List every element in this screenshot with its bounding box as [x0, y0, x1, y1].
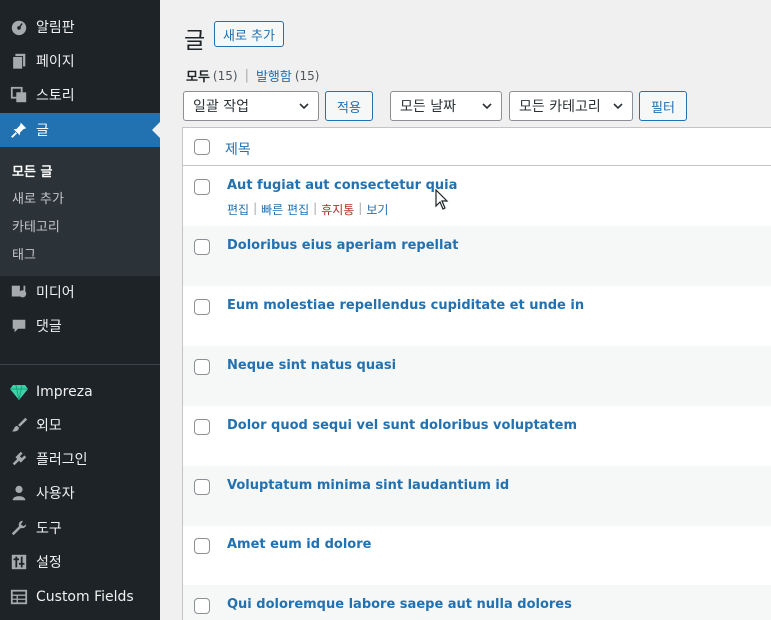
sidebar-item-users[interactable]: 사용자: [0, 476, 160, 510]
sidebar-item-label: 미디어: [36, 285, 75, 301]
sidebar-item-label: 플러그인: [36, 452, 88, 468]
chevron-down-icon: [299, 103, 309, 110]
row-actions: 편집 | 빠른 편집 | 휴지통 | 보기: [227, 201, 389, 218]
row-checkbox[interactable]: [194, 538, 210, 554]
sidebar-item-label: 스토리: [36, 88, 75, 104]
sidebar-item-label: 설정: [36, 555, 62, 571]
posts-submenu: 모든 글 새로 추가 카테고리 태그: [0, 147, 160, 276]
sidebar-item-comments[interactable]: 댓글: [0, 309, 160, 343]
post-title-link[interactable]: Doloribus eius aperiam repellat: [227, 238, 458, 253]
row-checkbox[interactable]: [194, 179, 210, 195]
chevron-down-icon: [613, 103, 623, 110]
apply-button[interactable]: 적용: [325, 91, 373, 121]
post-title-link[interactable]: Dolor quod sequi vel sunt doloribus volu…: [227, 418, 577, 433]
wrench-icon: [9, 518, 29, 538]
edit-link[interactable]: 편집: [227, 201, 249, 218]
sidebar-item-posts[interactable]: 글: [0, 113, 160, 147]
table-row: Qui doloremque labore saepe aut nulla do…: [183, 585, 771, 620]
brush-icon: [9, 415, 29, 435]
sidebar-item-label: 페이지: [36, 54, 75, 70]
sidebar-item-media[interactable]: 미디어: [0, 275, 160, 309]
post-title-link[interactable]: Qui doloremque labore saepe aut nulla do…: [227, 597, 572, 612]
sidebar-item-impreza[interactable]: Impreza: [0, 375, 160, 409]
quick-edit-link[interactable]: 빠른 편집: [261, 201, 309, 218]
sidebar-item-stories[interactable]: 스토리: [0, 78, 160, 112]
row-checkbox[interactable]: [194, 239, 210, 255]
submenu-add-new[interactable]: 새로 추가: [12, 188, 64, 207]
status-filter-links: 모두 (15) | 발행함 (15): [186, 66, 320, 85]
sidebar-item-tools[interactable]: 도구: [0, 511, 160, 545]
dashboard-icon: [9, 17, 29, 37]
admin-sidebar: 알림판 페이지 스토리 글 모든 글 새로 추가 카테고리 태그 미디어 댓글: [0, 0, 160, 620]
view-link[interactable]: 보기: [366, 201, 388, 218]
filter-button[interactable]: 필터: [639, 91, 687, 121]
filter-published-link[interactable]: 발행함: [256, 66, 292, 85]
row-checkbox[interactable]: [194, 479, 210, 495]
sidebar-item-label: 외모: [36, 418, 62, 434]
post-title-link[interactable]: Eum molestiae repellendus cupiditate et …: [227, 298, 584, 313]
filter-published-count: (15): [294, 68, 320, 83]
sidebar-item-pages[interactable]: 페이지: [0, 44, 160, 78]
mouse-cursor-icon: [435, 189, 449, 210]
posts-table: 제목 Aut fugiat aut consectetur quia 편집 | …: [182, 127, 771, 620]
row-checkbox[interactable]: [194, 299, 210, 315]
diamond-icon: [9, 382, 29, 402]
submenu-tags[interactable]: 태그: [12, 244, 36, 263]
pin-icon: [9, 120, 29, 140]
table-row: Aut fugiat aut consectetur quia 편집 | 빠른 …: [183, 166, 771, 226]
table-row: Amet eum id dolore: [183, 525, 771, 585]
sidebar-item-settings[interactable]: 설정: [0, 545, 160, 579]
post-title-link[interactable]: Aut fugiat aut consectetur quia: [227, 178, 457, 193]
user-icon: [9, 483, 29, 503]
sidebar-item-custom-fields[interactable]: Custom Fields: [0, 580, 160, 614]
stories-icon: [9, 85, 29, 105]
sidebar-item-label: 알림판: [36, 20, 75, 36]
media-icon: [9, 282, 29, 302]
category-filter-select[interactable]: 모든 카테고리: [509, 91, 633, 121]
post-title-link[interactable]: Amet eum id dolore: [227, 537, 371, 552]
table-row: Dolor quod sequi vel sunt doloribus volu…: [183, 406, 771, 466]
sidebar-item-label: 사용자: [36, 486, 75, 502]
sidebar-separator: [0, 364, 160, 365]
row-checkbox[interactable]: [194, 419, 210, 435]
post-title-link[interactable]: Voluptatum minima sint laudantium id: [227, 478, 509, 493]
sidebar-item-label: 도구: [36, 521, 62, 537]
sidebar-item-appearance[interactable]: 외모: [0, 408, 160, 442]
column-header-title[interactable]: 제목: [225, 139, 251, 159]
pages-icon: [9, 51, 29, 71]
page-title: 글: [184, 28, 206, 54]
table-row: Eum molestiae repellendus cupiditate et …: [183, 286, 771, 346]
table-row: Neque sint natus quasi: [183, 346, 771, 406]
submenu-categories[interactable]: 카테고리: [12, 216, 60, 235]
submenu-all-posts[interactable]: 모든 글: [12, 161, 52, 180]
settings-icon: [9, 552, 29, 572]
table-row: Voluptatum minima sint laudantium id: [183, 466, 771, 526]
trash-link[interactable]: 휴지통: [321, 201, 354, 218]
table-row: Doloribus eius aperiam repellat: [183, 226, 771, 286]
main-content: 글 새로 추가 모두 (15) | 발행함 (15) 일괄 작업 적용 모든 날…: [160, 0, 771, 620]
select-all-checkbox[interactable]: [194, 139, 210, 155]
post-title-link[interactable]: Neque sint natus quasi: [227, 358, 396, 373]
sidebar-item-label: Custom Fields: [36, 589, 134, 605]
table-header: 제목: [183, 128, 771, 166]
chevron-down-icon: [482, 103, 492, 110]
filter-all-count: (15): [212, 68, 238, 83]
sidebar-item-plugins[interactable]: 플러그인: [0, 442, 160, 476]
table-icon: [9, 587, 29, 607]
add-new-button[interactable]: 새로 추가: [214, 21, 284, 47]
sidebar-item-label: Impreza: [36, 384, 93, 400]
plugin-icon: [9, 449, 29, 469]
comment-icon: [9, 316, 29, 336]
bulk-action-select[interactable]: 일괄 작업: [183, 91, 319, 121]
sidebar-item-label: 댓글: [36, 319, 62, 335]
filter-all-link[interactable]: 모두: [186, 66, 210, 85]
sidebar-item-label: 글: [36, 123, 49, 139]
row-checkbox[interactable]: [194, 359, 210, 375]
sidebar-item-dashboard[interactable]: 알림판: [0, 10, 160, 44]
date-filter-select[interactable]: 모든 날짜: [390, 91, 502, 121]
row-checkbox[interactable]: [194, 598, 210, 614]
